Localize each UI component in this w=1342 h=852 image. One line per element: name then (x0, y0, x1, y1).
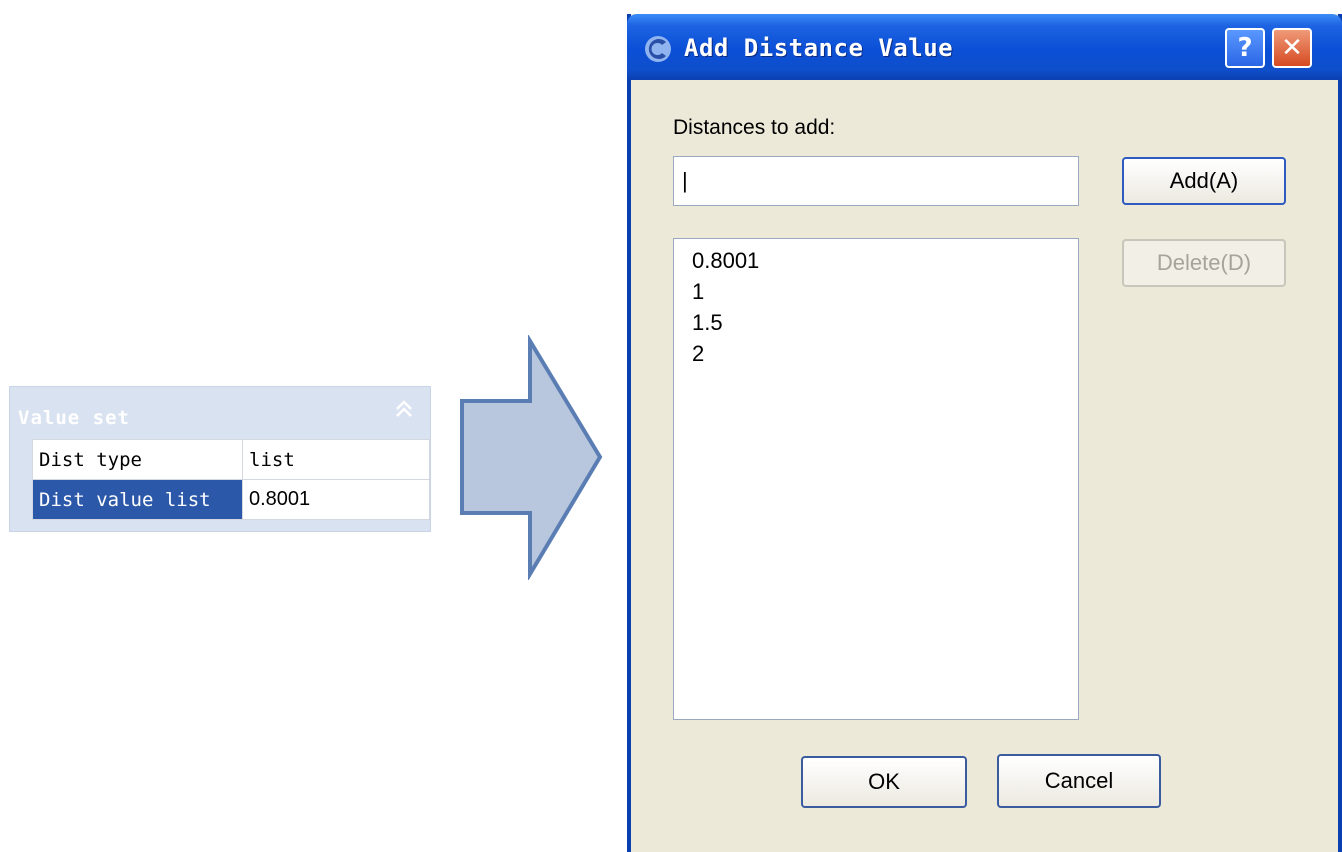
table-row[interactable]: Dist type list (32, 439, 430, 480)
distance-list[interactable]: 0.8001 1 1.5 2 (673, 238, 1079, 720)
property-value[interactable]: list (242, 439, 430, 480)
list-item[interactable]: 2 (692, 338, 1078, 369)
panel-header[interactable]: Value set (10, 387, 430, 439)
close-button[interactable]: ✕ (1272, 28, 1312, 68)
property-key: Dist value list (32, 479, 243, 520)
help-button[interactable]: ? (1225, 28, 1265, 68)
property-key: Dist type (32, 439, 243, 480)
list-item[interactable]: 1.5 (692, 307, 1078, 338)
dialog-title: Add Distance Value (684, 34, 954, 62)
property-panel: Value set Dist type list Dist value list… (9, 386, 431, 532)
ok-button[interactable]: OK (801, 756, 967, 808)
list-item[interactable]: 1 (692, 276, 1078, 307)
property-table: Dist type list Dist value list 0.8001 (32, 439, 430, 520)
add-distance-dialog: Add Distance Value ? ✕ Distances to add:… (627, 14, 1342, 852)
distances-label: Distances to add: (673, 116, 836, 139)
right-arrow-icon (460, 335, 603, 580)
table-row[interactable]: Dist value list 0.8001 (32, 479, 430, 520)
double-chevron-up-icon[interactable] (392, 397, 416, 421)
property-value[interactable]: 0.8001 (242, 479, 430, 520)
distance-input[interactable] (673, 156, 1079, 206)
app-icon (645, 36, 671, 62)
delete-button[interactable]: Delete(D) (1122, 239, 1286, 287)
cancel-button[interactable]: Cancel (997, 754, 1161, 808)
dialog-titlebar[interactable]: Add Distance Value ? ✕ (627, 14, 1342, 80)
add-button[interactable]: Add(A) (1122, 157, 1286, 205)
panel-title: Value set (18, 407, 130, 429)
list-item[interactable]: 0.8001 (692, 245, 1078, 276)
